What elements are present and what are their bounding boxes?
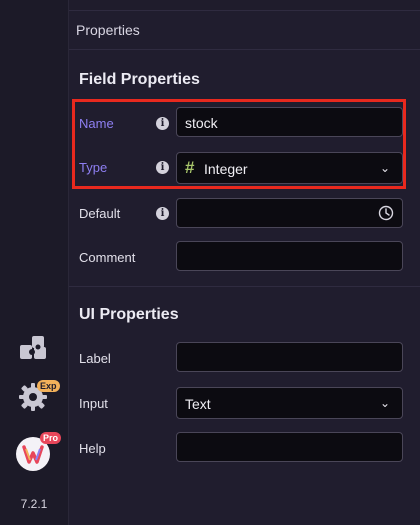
properties-panel: Properties Field Properties Name i stock… bbox=[69, 0, 420, 525]
input-label: Input bbox=[79, 396, 108, 411]
help-input[interactable] bbox=[176, 432, 403, 462]
input-select[interactable]: Text ⌄ bbox=[176, 387, 403, 419]
comment-label: Comment bbox=[79, 250, 136, 265]
input-value: Text bbox=[185, 396, 211, 412]
clock-icon[interactable] bbox=[378, 205, 394, 221]
label-label: Label bbox=[79, 351, 111, 366]
pro-badge: Pro bbox=[40, 432, 62, 444]
ui-properties-heading: UI Properties bbox=[79, 306, 179, 323]
label-input[interactable] bbox=[176, 342, 403, 372]
field-properties-heading: Field Properties bbox=[79, 71, 200, 88]
sidebar: Exp Pro 7.2.1 bbox=[0, 0, 69, 525]
panel-header: Properties bbox=[69, 11, 420, 50]
exp-badge: Exp bbox=[37, 380, 60, 392]
top-strip bbox=[69, 0, 420, 11]
comment-input[interactable] bbox=[176, 241, 403, 271]
puzzle-icon[interactable] bbox=[18, 333, 48, 363]
info-icon[interactable]: i bbox=[156, 207, 169, 220]
panel-title: Properties bbox=[76, 22, 140, 38]
default-label: Default bbox=[79, 206, 121, 221]
section-divider bbox=[69, 286, 420, 287]
help-label: Help bbox=[79, 441, 106, 456]
version-label: 7.2.1 bbox=[20, 497, 48, 511]
highlight-box bbox=[72, 99, 406, 189]
default-input[interactable] bbox=[176, 198, 403, 228]
chevron-down-icon: ⌄ bbox=[379, 396, 390, 410]
